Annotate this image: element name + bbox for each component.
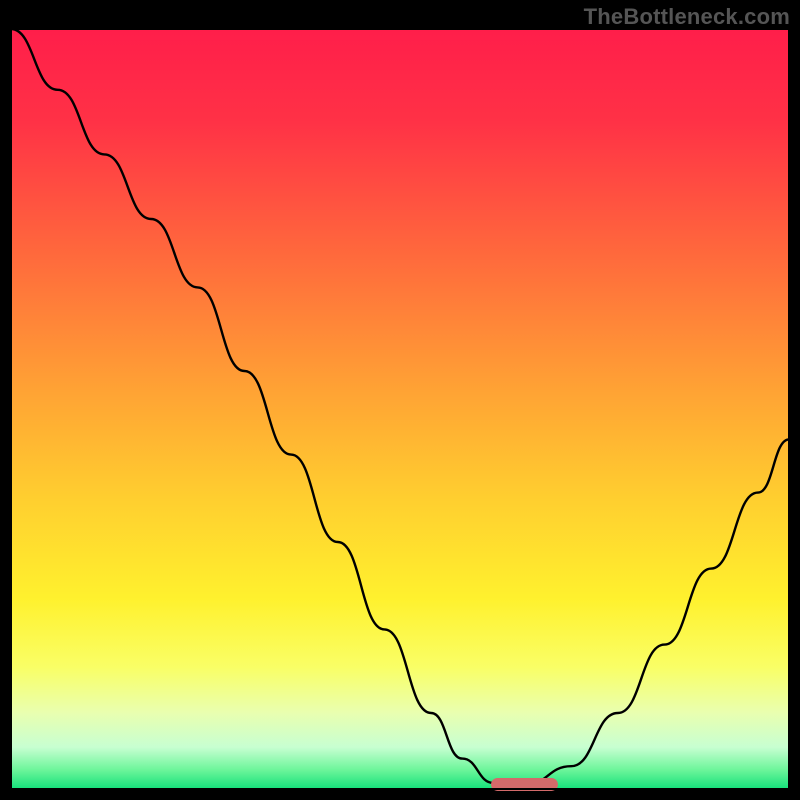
chart-stage: TheBottleneck.com	[0, 0, 800, 800]
watermark-text: TheBottleneck.com	[584, 4, 790, 30]
bottleneck-plot	[0, 0, 800, 800]
